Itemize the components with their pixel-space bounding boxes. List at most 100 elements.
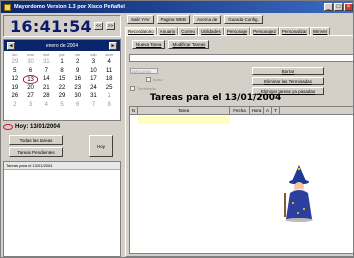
modify-task-button[interactable]: Modificar Tareas <box>168 40 210 49</box>
table-header-2[interactable]: Fecha <box>230 107 250 114</box>
table-header-1[interactable]: Tarea <box>138 107 230 114</box>
calendar-day[interactable]: 26 <box>7 92 23 101</box>
close-button[interactable]: × <box>344 3 353 11</box>
calendar-day[interactable]: 17 <box>86 75 102 84</box>
tab-2[interactable]: Correo <box>178 27 199 35</box>
calendar-day[interactable]: 29 <box>54 92 70 101</box>
app-window: Mayordomo Version 1.3 por Xisco Peñafiel… <box>0 0 354 258</box>
clock-prev-button[interactable]: << <box>94 22 103 30</box>
calendar-day[interactable]: 13 <box>22 75 39 84</box>
menu-button-3[interactable]: Guarda Config. <box>224 15 263 24</box>
calendar-day[interactable]: 1 <box>101 92 117 101</box>
day-task-list[interactable]: Tareas para el 13/01/2004 <box>3 161 121 257</box>
maximize-button[interactable]: □ <box>334 3 343 11</box>
terminada-label: Terminada <box>137 86 156 91</box>
table-header-5[interactable]: T <box>272 107 280 114</box>
tasks-heading: Tareas para el 13/01/2004 <box>150 93 282 103</box>
calendar-day[interactable]: 28 <box>38 92 54 101</box>
table-row[interactable] <box>138 116 230 124</box>
calendar-day[interactable]: 31 <box>86 92 102 101</box>
tab-0[interactable]: Recordatorio <box>125 27 157 35</box>
calendar-day[interactable]: 14 <box>38 75 54 84</box>
calendar-day[interactable]: 22 <box>54 84 70 93</box>
all-tasks-label: Todas las tareas <box>19 137 53 143</box>
tab-5[interactable]: Personaje2 <box>250 27 279 35</box>
aviso-checkbox[interactable] <box>146 77 151 83</box>
calendar-day[interactable]: 5 <box>54 101 70 110</box>
borrar-button[interactable]: Borrar <box>252 67 324 75</box>
tab-7[interactable]: WinVer <box>309 27 331 35</box>
all-tasks-button[interactable]: Todas las tareas <box>9 135 63 145</box>
wizard-character-icon <box>284 165 313 222</box>
calendar-day[interactable]: 31 <box>38 58 54 67</box>
table-header-0[interactable]: N <box>130 107 138 114</box>
menu-button-2[interactable]: Acerca de <box>193 15 222 24</box>
menu-button-1[interactable]: Pagina WEB <box>156 15 191 24</box>
table-header-4[interactable]: A <box>264 107 272 114</box>
calendar-day[interactable]: 25 <box>101 84 117 93</box>
calendar-day[interactable]: 3 <box>23 101 39 110</box>
calendar-day[interactable]: 5 <box>7 67 23 76</box>
calendar-day[interactable]: 10 <box>86 67 102 76</box>
calendar-day[interactable]: 3 <box>86 58 102 67</box>
eliminar-terminadas-label: Eliminar las Terminadas <box>264 78 312 84</box>
calendar-day[interactable]: 27 <box>23 92 39 101</box>
tab-4[interactable]: Personaje <box>223 27 251 35</box>
hoy-button[interactable]: Hoy <box>89 135 113 157</box>
tab-3[interactable]: Utilidades <box>198 27 224 35</box>
clock-next-button[interactable]: >> <box>106 22 115 30</box>
calendar-month-label: enero de 2004 <box>45 42 79 49</box>
calendar-day[interactable]: 4 <box>101 58 117 67</box>
pending-tasks-button[interactable]: Tareas Pendientes <box>9 147 63 157</box>
calendar-day[interactable]: 15 <box>54 75 70 84</box>
today-ring-icon <box>3 123 13 130</box>
calendar-day[interactable]: 1 <box>54 58 70 67</box>
tasks-table[interactable]: N Tarea Fecha Hora A T <box>129 106 353 254</box>
calendar-day[interactable]: 16 <box>70 75 86 84</box>
calendar: ◄ enero de 2004 ► lun mar mié jue vie sáb dom 2… <box>3 39 121 121</box>
minimize-button[interactable]: _ <box>324 3 333 11</box>
calendar-day[interactable]: 20 <box>23 84 39 93</box>
task-text-input[interactable] <box>129 54 353 62</box>
tab-1[interactable]: Anuario <box>156 27 179 35</box>
calendar-header: ◄ enero de 2004 ► <box>4 40 120 51</box>
menu-button-0[interactable]: Salir YAV <box>127 15 154 24</box>
calendar-prev-month[interactable]: ◄ <box>7 41 15 50</box>
today-indicator[interactable]: Hoy: 13/01/2004 <box>3 122 121 131</box>
terminada-checkbox[interactable] <box>130 86 135 92</box>
calendar-day[interactable]: 4 <box>38 101 54 110</box>
calendar-day[interactable]: 30 <box>70 92 86 101</box>
calendar-day[interactable]: 30 <box>23 58 39 67</box>
window-title: Mayordomo Version 1.3 por Xisco Peñafiel <box>14 4 125 10</box>
calendar-day[interactable]: 8 <box>54 67 70 76</box>
task-buttons: Nueva Tarea Modificar Tareas <box>132 40 210 49</box>
hoy-label: Hoy <box>96 143 105 149</box>
calendar-day[interactable]: 11 <box>101 67 117 76</box>
tab-6[interactable]: Personalizar <box>278 27 310 35</box>
calendar-day[interactable]: 18 <box>101 75 117 84</box>
calendar-next-month[interactable]: ► <box>108 41 117 50</box>
calendar-day[interactable]: 7 <box>38 67 54 76</box>
calendar-day[interactable]: 21 <box>38 84 54 93</box>
calendar-day[interactable]: 19 <box>7 84 23 93</box>
calendar-day[interactable]: 29 <box>7 58 23 67</box>
date-field[interactable]: 13/01/2004 <box>130 68 158 74</box>
calendar-day[interactable]: 2 <box>7 101 23 110</box>
calendar-day[interactable]: 8 <box>101 101 117 110</box>
date-row: 13/01/2004 <box>130 68 158 74</box>
eliminar-terminadas-button[interactable]: Eliminar las Terminadas <box>252 77 324 85</box>
calendar-day[interactable]: 23 <box>70 84 86 93</box>
table-header-3[interactable]: Hora <box>250 107 264 114</box>
calendar-day[interactable]: 7 <box>86 101 102 110</box>
calendar-day[interactable]: 12 <box>7 75 23 84</box>
calendar-grid: lun mar mié jue vie sáb dom 29 30 31 1 2 3 4 5 6 7 8 9 10 11… <box>4 51 120 109</box>
calendar-day[interactable]: 2 <box>70 58 86 67</box>
calendar-day[interactable]: 24 <box>86 84 102 93</box>
window-controls: _ □ × <box>324 3 353 11</box>
calendar-day[interactable]: 9 <box>70 67 86 76</box>
calendar-day[interactable]: 6 <box>70 101 86 110</box>
clock-time: 16:41:54 <box>10 17 92 36</box>
new-task-button[interactable]: Nueva Tarea <box>132 40 166 49</box>
right-panel: Salir YAV Pagina WEB Acerca de Guarda Confi… <box>123 15 353 257</box>
calendar-day[interactable]: 6 <box>23 67 39 76</box>
